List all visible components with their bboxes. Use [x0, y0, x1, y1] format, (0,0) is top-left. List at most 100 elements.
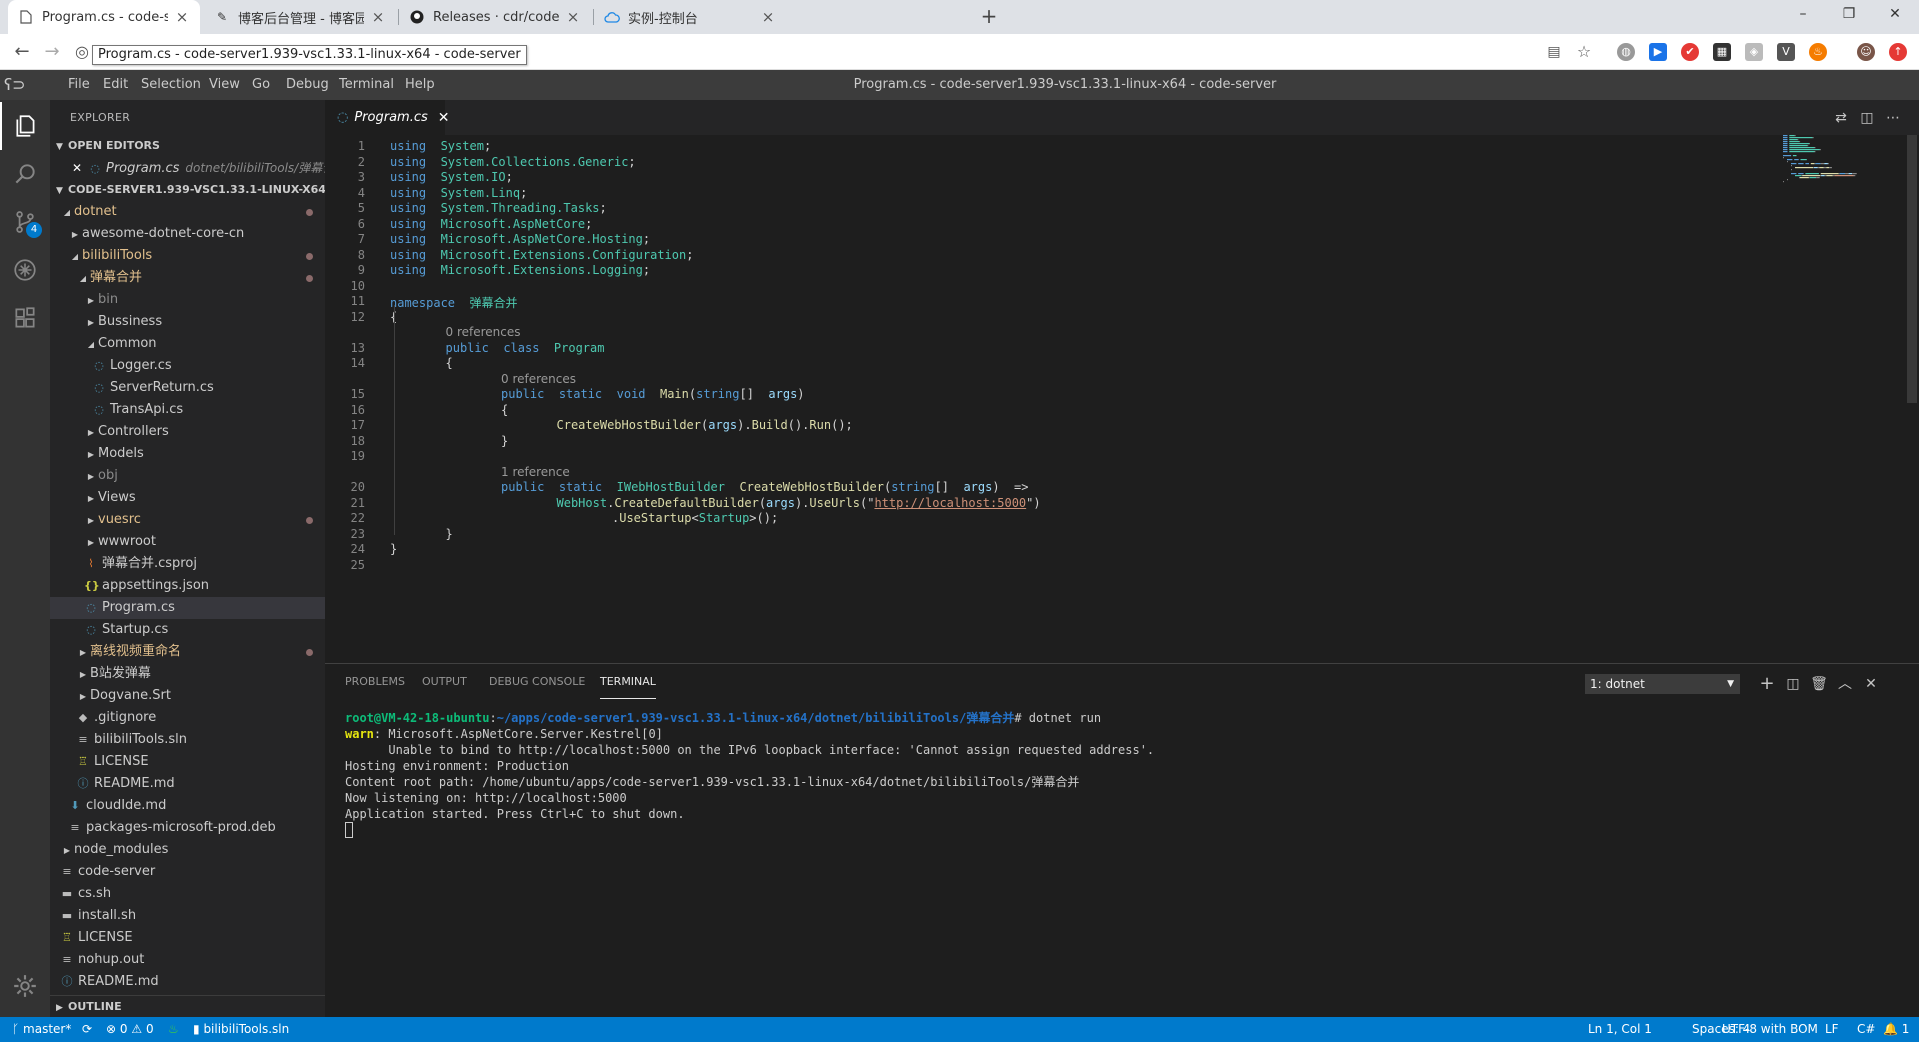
new-terminal-icon[interactable]: +	[1757, 674, 1777, 694]
omnibox-icon[interactable]: ◎	[70, 40, 94, 64]
menu-file[interactable]: File	[68, 70, 90, 100]
tab-output[interactable]: OUTPUT	[422, 664, 467, 700]
more-actions-icon[interactable]: ⋯	[1883, 108, 1903, 128]
terminal-output[interactable]: root@VM-42-18-ubuntu:~/apps/code-server1…	[345, 710, 1154, 838]
tree-item[interactable]: ▶ node_modules	[50, 839, 325, 861]
tree-item[interactable]: ▬ install.sh	[50, 905, 325, 927]
maximize-panel-icon[interactable]: ︿	[1835, 674, 1855, 694]
search-icon[interactable]	[0, 150, 50, 198]
trash-icon[interactable]: 🗑	[1809, 674, 1829, 694]
open-changes-icon[interactable]: ⇄	[1831, 108, 1851, 128]
tree-item[interactable]: ◌ Startup.cs	[50, 619, 325, 641]
menu-edit[interactable]: Edit	[103, 70, 128, 100]
new-tab-button[interactable]: +	[976, 4, 1002, 30]
close-icon[interactable]: ×	[565, 8, 581, 26]
extension-v-icon[interactable]: V	[1777, 43, 1795, 61]
tree-item[interactable]: ▶ Dogvane.Srt	[50, 685, 325, 707]
back-button[interactable]: ←	[10, 40, 34, 64]
tree-item[interactable]: ▶ Bussiness	[50, 311, 325, 333]
extension-blue-icon[interactable]: ▶	[1649, 43, 1667, 61]
notifications-status[interactable]: 🔔 1	[1883, 1017, 1909, 1042]
extension-fire-icon[interactable]: ♨	[1809, 43, 1827, 61]
bookmark-star-icon[interactable]: ☆	[1572, 40, 1596, 64]
open-editor-item[interactable]: ✕ ◌ Program.cs dotnet/bilibiliTools/弹幕合并	[50, 157, 325, 179]
maximize-button[interactable]: ❐	[1826, 0, 1872, 30]
tab-debug-console[interactable]: DEBUG CONSOLE	[489, 664, 585, 700]
problems-status[interactable]: ⊗ 0 ⚠ 0	[106, 1017, 154, 1042]
tree-item[interactable]: ⌇ 弹幕合并.csproj	[50, 553, 325, 575]
tree-item[interactable]: {} appsettings.json	[50, 575, 325, 597]
tree-item[interactable]: ◢ dotnet	[50, 201, 325, 223]
open-editors-header[interactable]: ▼ OPEN EDITORS	[50, 135, 325, 157]
minimap[interactable]	[1783, 135, 1913, 195]
terminal-select[interactable]: 1: dotnet ▼	[1585, 674, 1740, 694]
extension-shield-icon[interactable]: ◈	[1745, 43, 1763, 61]
menu-debug[interactable]: Debug	[286, 70, 329, 100]
tree-item[interactable]: ▶ obj	[50, 465, 325, 487]
extensions-icon[interactable]	[0, 294, 50, 342]
sync-icon[interactable]: ⟳	[82, 1017, 92, 1042]
minimize-button[interactable]: –	[1780, 0, 1826, 30]
menu-help[interactable]: Help	[405, 70, 435, 100]
codelens-references[interactable]: 0 references	[446, 325, 521, 339]
branch-status[interactable]: ᚴ master*	[12, 1017, 71, 1042]
debug-icon[interactable]	[0, 246, 50, 294]
tree-item[interactable]: ♖ LICENSE	[50, 751, 325, 773]
outline-header[interactable]: ▶ OUTLINE	[50, 995, 325, 1017]
browser-tab-program-cs[interactable]: Program.cs - code-server1.939 ×	[8, 0, 200, 34]
tree-item[interactable]: ▶ B站发弹幕	[50, 663, 325, 685]
tree-item[interactable]: ▶ Views	[50, 487, 325, 509]
extension-check-icon[interactable]: ✔	[1681, 43, 1699, 61]
tab-terminal[interactable]: TERMINAL	[600, 665, 656, 699]
codelens-references[interactable]: 0 references	[501, 372, 576, 386]
tree-item[interactable]: ◢ 弹幕合并	[50, 267, 325, 289]
cursor-position[interactable]: Ln 1, Col 1	[1588, 1017, 1652, 1042]
source-control-icon[interactable]: 4	[0, 198, 50, 246]
tree-item[interactable]: ≡ code-server	[50, 861, 325, 883]
close-icon[interactable]: ×	[370, 8, 386, 26]
tree-item[interactable]: ◌ ServerReturn.cs	[50, 377, 325, 399]
code-editor[interactable]: 1 using System; 2 using System.Collections.…	[325, 135, 1919, 663]
tree-item[interactable]: ⬇ cloudIde.md	[50, 795, 325, 817]
tree-item[interactable]: ▶ Models	[50, 443, 325, 465]
solution-status[interactable]: ▮ bilibiliTools.sln	[193, 1017, 289, 1042]
tree-item[interactable]: ◌ TransApi.cs	[50, 399, 325, 421]
codelens-references[interactable]: 1 reference	[501, 465, 570, 479]
workspace-root-header[interactable]: ▼ CODE-SERVER1.939-VSC1.33.1-LINUX-X64	[50, 179, 325, 201]
update-icon[interactable]: ↑	[1889, 43, 1907, 61]
close-panel-icon[interactable]: ✕	[1861, 674, 1881, 694]
close-icon[interactable]: ×	[174, 8, 190, 26]
encoding-status[interactable]: UTF-8 with BOM	[1722, 1017, 1818, 1042]
close-icon[interactable]: ✕	[70, 157, 84, 179]
split-editor-icon[interactable]: ◫	[1857, 108, 1877, 128]
language-status[interactable]: C#	[1857, 1017, 1875, 1042]
tree-item[interactable]: ⓘ README.md	[50, 773, 325, 795]
tree-item[interactable]: ◌ Logger.cs	[50, 355, 325, 377]
tree-item[interactable]: ◌ Program.cs	[50, 597, 325, 619]
tree-item[interactable]: ▶ wwwroot	[50, 531, 325, 553]
browser-tab-cnblogs[interactable]: ✎ 博客后台管理 - 博客园 ×	[204, 0, 396, 34]
editor-tab-program-cs[interactable]: ◌ Program.cs ✕	[325, 100, 450, 135]
settings-gear-icon[interactable]	[0, 962, 50, 1010]
tree-item[interactable]: ◆ .gitignore	[50, 707, 325, 729]
tree-item[interactable]: ▶ bin	[50, 289, 325, 311]
extension-dark-icon[interactable]: ▦	[1713, 43, 1731, 61]
reader-icon[interactable]: ▤	[1542, 40, 1566, 64]
menu-terminal[interactable]: Terminal	[339, 70, 394, 100]
tree-item[interactable]: ≡ nohup.out	[50, 949, 325, 971]
browser-tab-console[interactable]: 实例-控制台 ×	[594, 0, 786, 34]
tree-item[interactable]: ▶ Controllers	[50, 421, 325, 443]
tree-item[interactable]: ▬ cs.sh	[50, 883, 325, 905]
window-close-button[interactable]: ✕	[1872, 0, 1918, 30]
tree-item[interactable]: ≡ packages-microsoft-prod.deb	[50, 817, 325, 839]
close-icon[interactable]: ✕	[438, 110, 450, 126]
explorer-icon[interactable]	[0, 102, 50, 150]
close-icon[interactable]: ×	[760, 8, 776, 26]
menu-selection[interactable]: Selection	[141, 70, 201, 100]
menu-view[interactable]: View	[209, 70, 240, 100]
tree-item[interactable]: ◢ Common	[50, 333, 325, 355]
tree-item[interactable]: ▶ awesome-dotnet-core-cn	[50, 223, 325, 245]
eol-status[interactable]: LF	[1825, 1017, 1839, 1042]
tree-item[interactable]: ▶ 离线视频重命名	[50, 641, 325, 663]
tree-item[interactable]: ▶ vuesrc	[50, 509, 325, 531]
